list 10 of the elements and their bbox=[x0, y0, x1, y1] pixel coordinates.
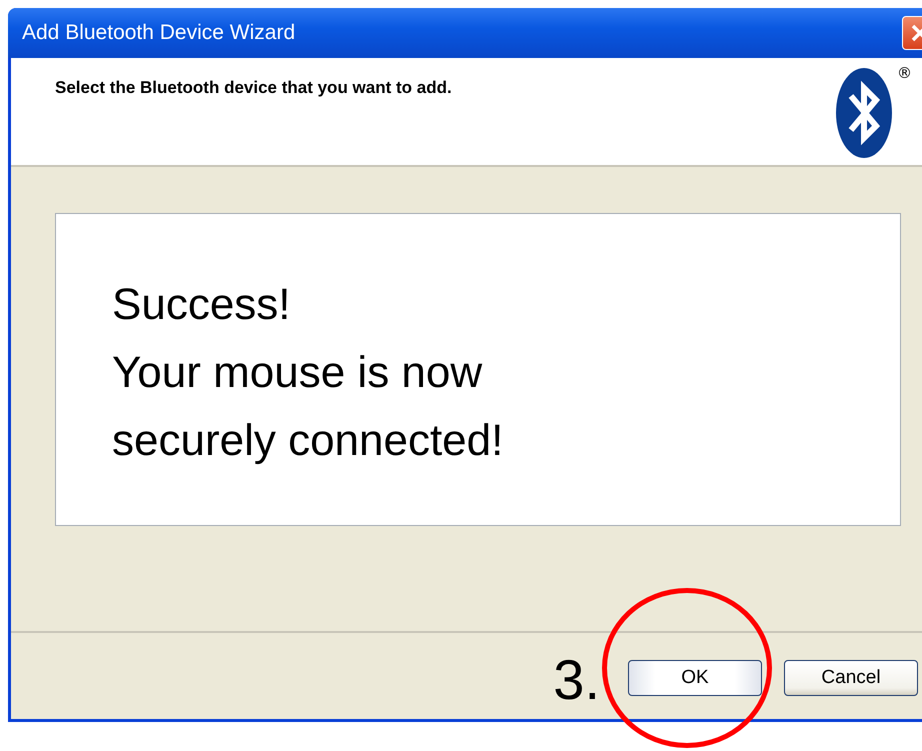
ok-button[interactable]: OK bbox=[628, 660, 762, 696]
trademark-symbol: ® bbox=[897, 64, 912, 82]
success-message-line: Success! bbox=[112, 279, 292, 331]
success-message-line: Your mouse is now bbox=[112, 347, 484, 399]
window-title: Add Bluetooth Device Wizard bbox=[22, 21, 296, 45]
step-number: 3. bbox=[553, 646, 600, 712]
cancel-button[interactable]: Cancel bbox=[784, 660, 918, 696]
success-message-line: securely connected! bbox=[112, 415, 504, 467]
bluetooth-logo-icon bbox=[836, 68, 892, 158]
instruction-text: Select the Bluetooth device that you want to add. bbox=[55, 78, 453, 99]
